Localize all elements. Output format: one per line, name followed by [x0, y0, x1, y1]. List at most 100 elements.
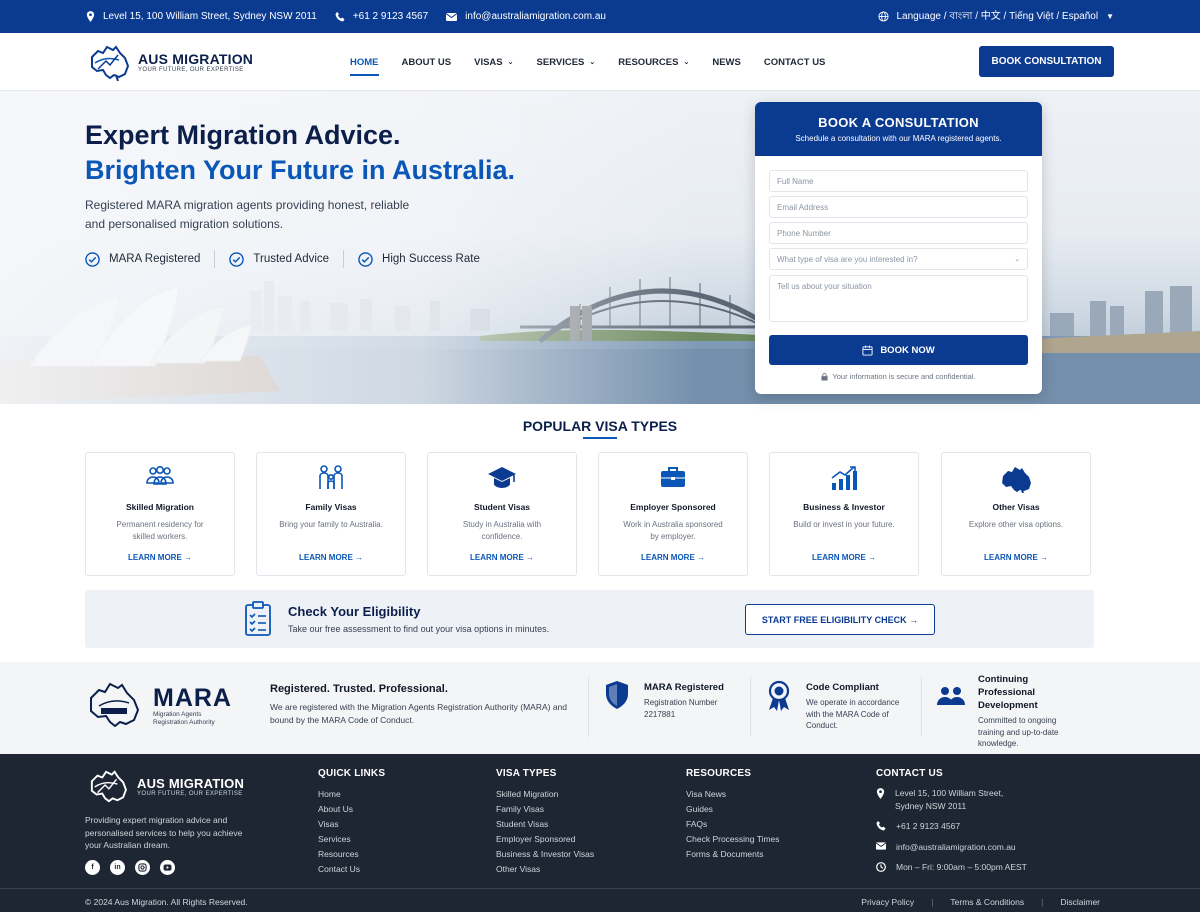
footer-email[interactable]: info@australiamigration.com.au — [876, 841, 1076, 854]
check-circle-icon — [229, 251, 245, 267]
australia-logo-icon — [91, 44, 130, 81]
learn-more-link[interactable]: LEARN MORE → — [257, 553, 405, 562]
footer-link[interactable]: Visas — [318, 817, 385, 832]
footer-link[interactable]: Forms & Documents — [686, 847, 780, 862]
footer-link[interactable]: Employer Sponsored — [496, 832, 594, 847]
footer-email-text[interactable]: info@australiamigration.com.au — [896, 841, 1016, 854]
badge-title: Continuing Professional Development — [978, 674, 1038, 711]
nav-visas[interactable]: VISAS ⌄ — [474, 33, 513, 91]
book-now-button[interactable]: BOOK NOW — [769, 335, 1028, 365]
visa-card-desc: Explore other visa options. — [968, 520, 1064, 529]
language-selector[interactable]: Language / বাংলা / 中文 / Tiếng Việt / Esp… — [877, 7, 1114, 26]
nav-news-label: NEWS — [712, 56, 741, 68]
check-circle-icon — [358, 251, 373, 267]
nav-contact-label: CONTACT US — [763, 56, 826, 68]
footer-hours: Mon – Fri: 9:00am – 5:00pm AEST — [876, 861, 1076, 874]
location-pin-icon — [86, 11, 95, 22]
shield-icon — [606, 681, 628, 709]
disclaimer-link[interactable]: Disclaimer — [1060, 897, 1100, 907]
footer-link[interactable]: Student Visas — [496, 817, 594, 832]
privacy-policy-link[interactable]: Privacy Policy — [861, 897, 914, 907]
nav-home-label: HOME — [350, 56, 379, 68]
learn-more-link[interactable]: LEARN MORE → — [599, 553, 747, 562]
visa-card-desc: Work in Australia sponsored by employer. — [623, 520, 723, 541]
footer-link[interactable]: FAQs — [686, 817, 780, 832]
instagram-icon[interactable] — [135, 860, 150, 875]
footer-link[interactable]: Visa News — [686, 787, 780, 802]
people-icon — [937, 687, 965, 705]
phone-field[interactable]: Phone Number — [769, 222, 1028, 244]
booking-form-subtitle: Schedule a consultation with our MARA re… — [795, 134, 1002, 143]
lock-icon — [821, 372, 828, 380]
footer-link[interactable]: Check Processing Times — [686, 832, 780, 847]
visa-card-desc: Study in Australia with confidence. — [462, 520, 542, 541]
visa-card-title: Student Visas — [473, 502, 531, 512]
footer-link[interactable]: Services — [318, 832, 385, 847]
visa-card-skilled[interactable]: Skilled Migration Permanent residency fo… — [85, 452, 235, 576]
footer-logo[interactable]: AUS MIGRATION YOUR FUTURE, OUR EXPERTISE — [85, 768, 244, 804]
nav-about-us[interactable]: ABOUT US — [402, 33, 452, 91]
full-name-field[interactable]: Full Name — [769, 170, 1028, 192]
book-consultation-button[interactable]: BOOK CONSULTATION — [979, 46, 1114, 77]
email-text[interactable]: info@australiamigration.com.au — [465, 11, 606, 22]
legal-links: Privacy Policy | Terms & Conditions | Di… — [861, 897, 1100, 907]
visa-type-select[interactable]: What type of visa are you interested in?… — [769, 248, 1028, 270]
footer-link[interactable]: Contact Us — [318, 862, 385, 877]
eligibility-button-label: START FREE ELIGIBILITY CHECK → — [761, 614, 919, 625]
email-field[interactable]: Email Address — [769, 196, 1028, 218]
privacy-note-text: Your information is secure and confident… — [832, 372, 976, 381]
visa-card-student[interactable]: Student Visas Study in Australia with co… — [427, 452, 577, 576]
language-text[interactable]: Language / বাংলা / 中文 / Tiếng Việt / Esp… — [897, 7, 1099, 26]
footer-link[interactable]: Home — [318, 787, 385, 802]
nav-services[interactable]: SERVICES ⌄ — [537, 33, 596, 91]
visa-card-employer[interactable]: Employer Sponsored Work in Australia spo… — [598, 452, 748, 576]
footer-link[interactable]: Guides — [686, 802, 780, 817]
book-now-label: BOOK NOW — [880, 344, 935, 356]
visa-card-other[interactable]: Other Visas Explore other visa options. … — [941, 452, 1091, 576]
terms-link[interactable]: Terms & Conditions — [950, 897, 1024, 907]
footer-link[interactable]: Resources — [318, 847, 385, 862]
nav-resources[interactable]: RESOURCES ⌄ — [618, 33, 689, 91]
situation-textarea[interactable]: Tell us about your situation — [769, 275, 1028, 322]
popular-visas-title: POPULAR VISA TYPES — [0, 418, 1200, 439]
logo[interactable]: AUS MIGRATION YOUR FUTURE, OUR EXPERTISE — [86, 43, 253, 81]
footer-link[interactable]: Other Visas — [496, 862, 594, 877]
learn-more-link[interactable]: LEARN MORE → — [86, 553, 234, 562]
chevron-down-icon: ⌄ — [589, 59, 596, 66]
mail-icon — [446, 12, 458, 21]
social-links: f in — [85, 860, 185, 875]
visa-card-family[interactable]: Family Visas Bring your family to Austra… — [256, 452, 406, 576]
footer-link[interactable]: Family Visas — [496, 802, 594, 817]
australia-logo-icon — [90, 770, 127, 803]
visa-card-business[interactable]: Business & Investor Build or invest in y… — [769, 452, 919, 576]
trust-point-label: High Success Rate — [382, 253, 480, 265]
linkedin-icon[interactable]: in — [110, 860, 125, 875]
calendar-icon — [862, 344, 873, 356]
nav-news[interactable]: NEWS — [712, 33, 741, 91]
nav-home[interactable]: HOME — [350, 33, 379, 91]
logo-name: AUS MIGRATION — [138, 50, 254, 67]
mara-description: We are registered with the Migration Age… — [270, 702, 568, 725]
visa-type-placeholder: What type of visa are you interested in? — [777, 254, 918, 264]
graduation-cap-icon — [488, 467, 516, 488]
youtube-icon[interactable] — [160, 860, 175, 875]
footer-hours-text: Mon – Fri: 9:00am – 5:00pm AEST — [896, 862, 1027, 872]
learn-more-link[interactable]: LEARN MORE → — [942, 553, 1090, 562]
hero-title-line1: Expert Migration Advice. — [85, 120, 401, 150]
nav-contact-us[interactable]: CONTACT US — [764, 33, 826, 91]
start-eligibility-check-button[interactable]: START FREE ELIGIBILITY CHECK → — [745, 604, 935, 635]
footer-link[interactable]: Skilled Migration — [496, 787, 594, 802]
topbar-phone[interactable]: +61 2 9123 4567 — [335, 11, 428, 22]
footer-phone[interactable]: +61 2 9123 4567 — [876, 820, 1076, 833]
footer-address: Level 15, 100 William Street, Sydney NSW… — [876, 787, 1076, 812]
learn-more-link[interactable]: LEARN MORE → — [428, 553, 576, 562]
footer-link[interactable]: Business & Investor Visas — [496, 847, 594, 862]
footer-contact: CONTACT US Level 15, 100 William Street,… — [876, 768, 1076, 882]
footer-phone-text[interactable]: +61 2 9123 4567 — [896, 820, 960, 833]
learn-more-link[interactable]: LEARN MORE → — [770, 553, 918, 562]
facebook-icon[interactable]: f — [85, 860, 100, 875]
eligibility-subtitle: Take our free assessment to find out you… — [288, 624, 550, 634]
footer-link[interactable]: About Us — [318, 802, 385, 817]
phone-text[interactable]: +61 2 9123 4567 — [353, 11, 428, 22]
topbar-email[interactable]: info@australiamigration.com.au — [446, 11, 606, 22]
